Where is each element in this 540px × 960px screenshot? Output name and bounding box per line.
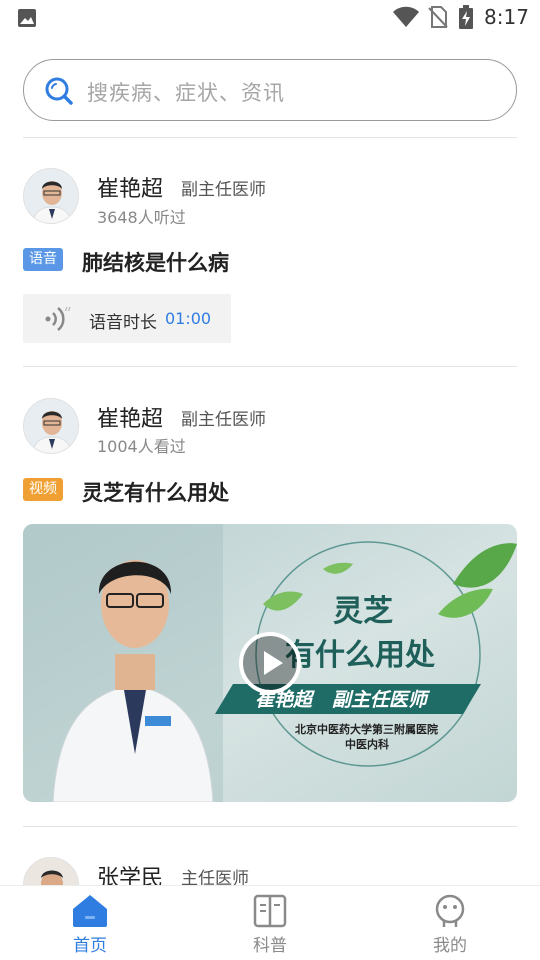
no-sim-icon bbox=[428, 6, 448, 28]
listen-count: 3648人听过 bbox=[97, 208, 186, 227]
divider bbox=[23, 366, 517, 367]
profile-icon bbox=[435, 894, 465, 927]
nav-home-label: 首页 bbox=[73, 936, 107, 956]
nav-mine-label: 我的 bbox=[433, 936, 467, 956]
home-icon bbox=[73, 895, 107, 927]
doctor-name: 崔艳超 bbox=[97, 177, 164, 202]
audio-duration-label: 语音时长 bbox=[89, 313, 157, 333]
nav-mine[interactable]: 我的 bbox=[390, 886, 510, 960]
thumb-heading-line2: 有什么用处 bbox=[285, 638, 435, 673]
sound-wave-icon bbox=[45, 306, 71, 331]
image-notification-icon bbox=[18, 9, 36, 27]
thumb-hospital: 北京中医药大学第三附属医院 bbox=[295, 723, 438, 736]
search-input[interactable]: 搜疾病、症状、资讯 bbox=[23, 59, 517, 121]
card-title[interactable]: 灵芝有什么用处 bbox=[82, 477, 229, 507]
bottom-nav: 首页 科普 我的 bbox=[0, 885, 540, 960]
view-count: 1004人看过 bbox=[97, 437, 186, 456]
doctor-name: 崔艳超 bbox=[97, 407, 164, 432]
avatar[interactable] bbox=[23, 168, 79, 224]
book-icon bbox=[253, 894, 287, 928]
thumb-heading-line1: 灵芝 bbox=[333, 594, 393, 629]
audio-tag: 语音 bbox=[23, 248, 63, 271]
divider bbox=[23, 137, 517, 138]
doctor-title: 副主任医师 bbox=[181, 180, 266, 200]
nav-science[interactable]: 科普 bbox=[210, 886, 330, 960]
status-time: 8:17 bbox=[484, 5, 529, 29]
battery-charging-icon bbox=[459, 5, 473, 29]
doctor-title: 副主任医师 bbox=[181, 410, 266, 430]
audio-duration-value: 01:00 bbox=[165, 309, 212, 328]
thumb-department: 中医内科 bbox=[345, 738, 389, 751]
search-icon bbox=[45, 77, 73, 105]
status-bar: 8:17 bbox=[0, 0, 540, 36]
audio-player[interactable]: 语音时长 01:00 bbox=[23, 294, 231, 343]
video-tag: 视频 bbox=[23, 478, 63, 501]
avatar[interactable] bbox=[23, 398, 79, 454]
nav-home[interactable]: 首页 bbox=[30, 886, 150, 960]
video-thumbnail[interactable]: 灵芝 有什么用处 崔艳超 副主任医师 北京中医药大学第三附属医院 中医内科 bbox=[23, 524, 517, 802]
search-placeholder: 搜疾病、症状、资讯 bbox=[87, 81, 285, 105]
wifi-icon bbox=[393, 6, 419, 27]
divider bbox=[23, 826, 517, 827]
card-title[interactable]: 肺结核是什么病 bbox=[82, 247, 229, 277]
nav-science-label: 科普 bbox=[253, 936, 287, 956]
play-icon[interactable] bbox=[238, 631, 302, 695]
